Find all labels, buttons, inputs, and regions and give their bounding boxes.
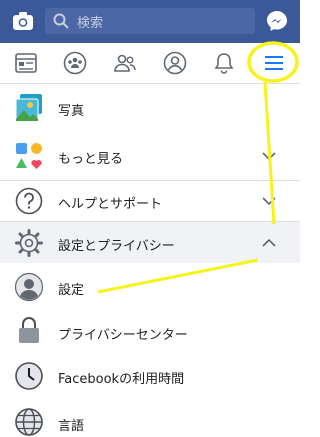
menu-item-label: プライバシーセンター [58,328,188,343]
tab-news-feed-icon[interactable] [14,51,38,75]
search-icon [53,13,69,29]
gear-icon [15,229,43,257]
tab-profile-icon[interactable] [163,51,187,75]
menu-item-label: 設定とプライバシー [58,239,175,254]
menu-item-settings[interactable]: 設定 [0,263,300,311]
tab-notifications-icon[interactable] [212,51,236,75]
menu-item-label: ヘルプとサポート [58,197,163,212]
menu-item-settings-privacy[interactable]: 設定とプライバシー [0,222,300,263]
menu-item-language[interactable]: 言語 [0,399,300,436]
menu-item-privacy-center[interactable]: プライバシーセンター [0,311,300,353]
tab-friends-icon[interactable] [113,51,137,75]
chevron-down-icon [262,152,276,161]
lock-icon [19,317,39,343]
search-bar[interactable]: 検索 [45,8,255,34]
menu-item-label: 設定 [58,283,85,298]
globe-icon [15,408,43,436]
see-more-icon [16,143,42,169]
top-app-bar: 検索 [0,0,300,43]
menu-item-photos[interactable]: 写真 [0,84,300,132]
tab-groups-icon[interactable] [63,51,87,75]
menu-item-help-support[interactable]: ヘルプとサポート [0,181,300,221]
menu-item-label: もっと見る [58,152,124,167]
tab-menu-icon[interactable] [262,51,286,75]
clock-icon [15,362,43,390]
photos-icon [15,94,42,122]
menu-item-see-more[interactable]: もっと見る [0,132,300,180]
account-avatar-icon [14,272,44,302]
menu-item-label: Facebookの利用時間 [58,372,185,387]
menu-item-your-time[interactable]: Facebookの利用時間 [0,353,300,399]
nav-tabs [0,43,300,84]
messenger-icon[interactable] [266,10,288,32]
help-icon [15,187,43,215]
chevron-up-icon [262,238,276,247]
camera-icon[interactable] [12,11,34,31]
search-placeholder: 検索 [77,16,104,31]
menu-item-label: 写真 [58,104,85,119]
chevron-down-icon [262,197,276,206]
menu-item-label: 言語 [58,419,85,434]
